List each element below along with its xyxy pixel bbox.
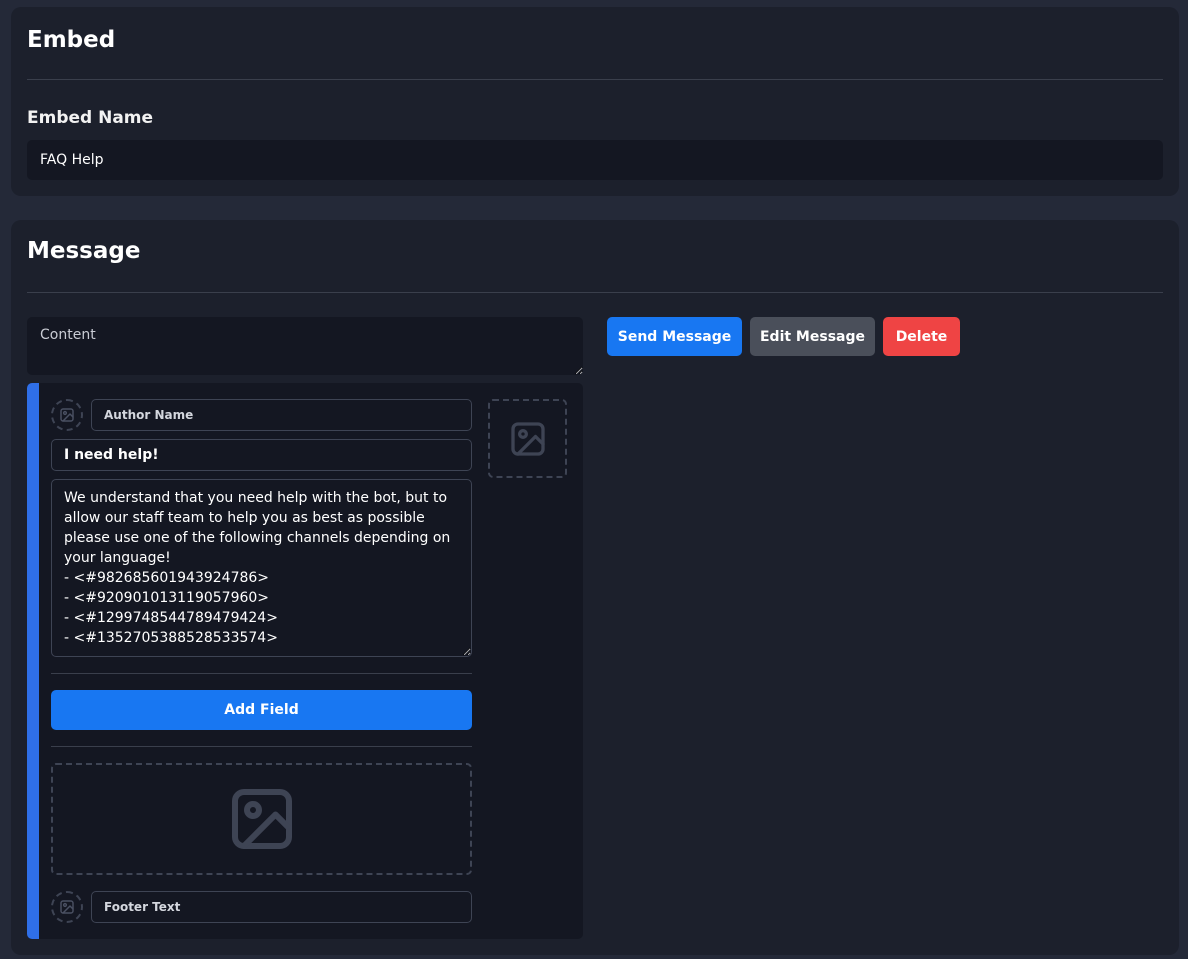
add-field-button[interactable]: Add Field <box>51 690 472 730</box>
delete-button[interactable]: Delete <box>883 317 960 356</box>
embed-section-title: Embed <box>27 27 116 53</box>
thumbnail-upload[interactable] <box>488 399 567 478</box>
embed-title-input[interactable] <box>51 439 472 471</box>
image-icon <box>60 900 74 914</box>
image-icon <box>231 789 292 849</box>
divider <box>51 673 472 674</box>
send-message-button[interactable]: Send Message <box>607 317 742 356</box>
embed-color-bar[interactable] <box>27 383 39 939</box>
image-icon <box>510 421 545 456</box>
content-textarea[interactable] <box>27 317 583 375</box>
embed-name-input[interactable] <box>27 140 1163 180</box>
author-icon-upload[interactable] <box>51 399 83 431</box>
divider <box>27 292 1163 293</box>
footer-text-input[interactable] <box>91 891 472 923</box>
embed-card: Embed Embed Name <box>11 7 1179 196</box>
divider <box>51 746 472 747</box>
embed-editor: We understand that you need help with th… <box>27 383 583 939</box>
embed-name-label: Embed Name <box>27 108 154 128</box>
edit-message-button[interactable]: Edit Message <box>750 317 875 356</box>
embed-description-textarea[interactable]: We understand that you need help with th… <box>51 479 472 657</box>
message-section-title: Message <box>27 238 141 264</box>
footer-icon-upload[interactable] <box>51 891 83 923</box>
image-upload[interactable] <box>51 763 472 875</box>
divider <box>27 79 1163 80</box>
message-card: Message Send Message Edit Message Delete <box>11 220 1179 955</box>
author-name-input[interactable] <box>91 399 472 431</box>
image-icon <box>60 408 74 422</box>
